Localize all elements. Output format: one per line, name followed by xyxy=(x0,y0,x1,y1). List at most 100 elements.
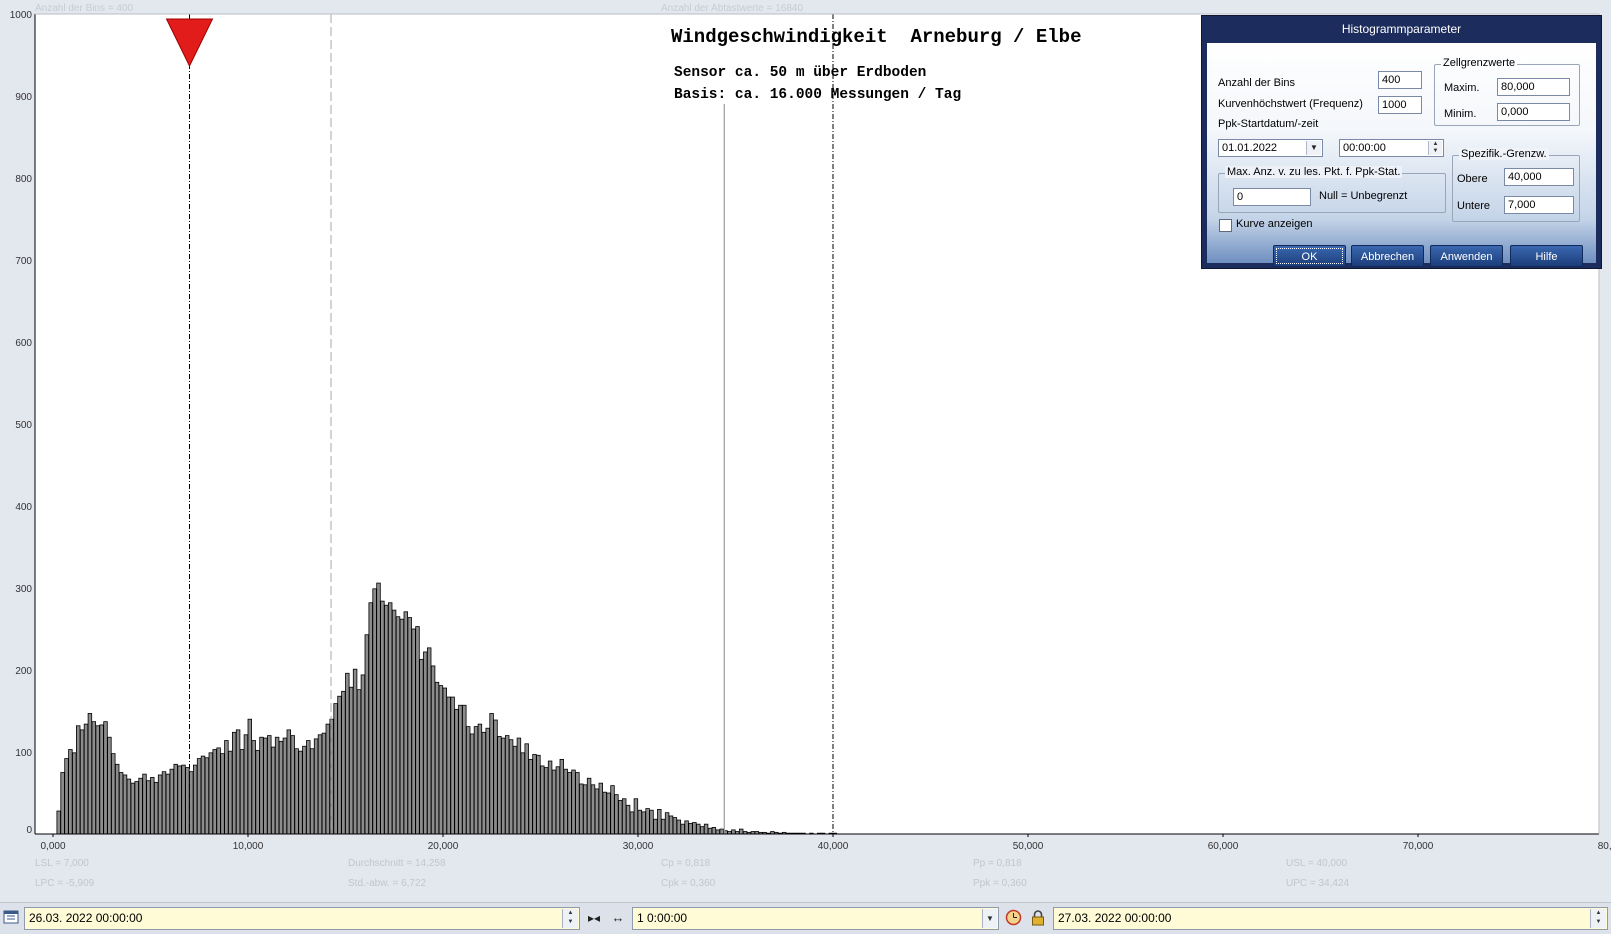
histogram-bar xyxy=(536,754,541,835)
histogram-bar xyxy=(625,804,631,835)
lower-label: Untere xyxy=(1457,200,1491,212)
histogram-bar xyxy=(559,758,564,835)
histogram-bar xyxy=(165,773,171,835)
stat-cpk: Cpk = 0,360 xyxy=(661,878,716,889)
histogram-bar xyxy=(384,604,389,835)
histogram-bar xyxy=(372,588,377,835)
histogram-bar xyxy=(348,686,354,835)
max-input[interactable]: 80,000 xyxy=(1497,78,1570,96)
bins-input[interactable]: 400 xyxy=(1378,71,1422,89)
histogram-bar xyxy=(255,749,260,835)
histogram-bar xyxy=(111,753,116,835)
spin-updown-icon[interactable]: ▲ ▼ xyxy=(1428,141,1442,155)
histogram-bar xyxy=(446,696,451,835)
ppk-time-input[interactable]: 00:00:00 ▲ ▼ xyxy=(1339,139,1444,157)
histogram-bar xyxy=(270,746,276,835)
max-count-input[interactable]: 0 xyxy=(1233,188,1311,206)
histogram-bar xyxy=(661,818,666,835)
curve-max-input[interactable]: 1000 xyxy=(1378,96,1422,114)
calendar-icon[interactable] xyxy=(2,909,20,929)
histogram-bar xyxy=(481,731,486,835)
min-input[interactable]: 0,000 xyxy=(1497,103,1570,121)
histogram-bar xyxy=(107,736,112,835)
histogram-bar xyxy=(583,784,588,835)
histogram-bar xyxy=(130,782,135,835)
y-tick-label: 800 xyxy=(15,174,32,185)
interval-value: 1 0:00:00 xyxy=(637,911,688,925)
histogram-bar xyxy=(419,658,424,835)
histogram-bar xyxy=(341,690,346,835)
histogram-bar xyxy=(438,685,444,835)
ppk-time-value: 00:00:00 xyxy=(1343,142,1386,154)
histogram-bar xyxy=(146,780,151,835)
histogram-bar xyxy=(532,754,537,835)
stat-ppk: Ppk = 0,360 xyxy=(973,878,1027,889)
histogram-bar xyxy=(161,771,167,835)
histogram-bar xyxy=(189,771,194,835)
clock-icon[interactable] xyxy=(1003,909,1023,931)
histogram-bar xyxy=(575,772,580,835)
cancel-button[interactable]: Abbrechen xyxy=(1351,245,1424,267)
histogram-bar xyxy=(664,812,670,835)
histogram-bar xyxy=(555,766,561,835)
histogram-bar xyxy=(473,726,479,835)
y-tick-label: 600 xyxy=(15,338,32,349)
chevron-down-icon[interactable]: ▼ xyxy=(1306,141,1321,155)
lock-icon-svg xyxy=(1032,910,1044,926)
histogram-bar xyxy=(524,743,529,835)
histogram-bar xyxy=(680,823,685,835)
ok-button[interactable]: OK xyxy=(1273,245,1346,267)
histogram-bar xyxy=(668,815,674,835)
cell-limits-group: Zellgrenzwerte Maxim. 80,000 Minim. 0,00… xyxy=(1434,57,1580,126)
histogram-bar xyxy=(56,810,61,835)
x-tick-label: 30,000 xyxy=(623,841,654,852)
histogram-bar xyxy=(715,829,720,835)
histogram-bar xyxy=(407,617,412,835)
histogram-bar xyxy=(251,740,256,835)
end-spin-icon[interactable]: ▲ ▼ xyxy=(1590,909,1606,928)
histogram-bar xyxy=(208,752,213,835)
end-datetime-input[interactable]: 27.03. 2022 00:00:00 ▲ ▼ xyxy=(1053,907,1608,930)
dialog-title[interactable]: Histogrammparameter xyxy=(1202,16,1601,42)
calendar-icon-svg xyxy=(3,910,19,924)
histogram-bar xyxy=(282,737,288,835)
histogram-bar xyxy=(731,829,736,835)
histogram-bar xyxy=(150,777,155,835)
histogram-bar xyxy=(294,748,299,835)
chevron-down-icon[interactable]: ▼ xyxy=(982,909,997,928)
help-button[interactable]: Hilfe xyxy=(1510,245,1583,267)
start-spin-icon[interactable]: ▲ ▼ xyxy=(562,909,578,928)
lock-icon[interactable] xyxy=(1028,909,1048,931)
histogram-bar xyxy=(610,785,615,835)
histogram-bar xyxy=(360,674,366,835)
apply-button[interactable]: Anwenden xyxy=(1430,245,1503,267)
max-count-title: Max. Anz. v. zu les. Pkt. f. Ppk-Stat. xyxy=(1225,166,1403,178)
histogram-bar xyxy=(469,733,475,835)
histogram-bar xyxy=(493,719,498,835)
histogram-bar xyxy=(450,696,455,835)
collapse-arrows-icon[interactable]: ▸◂ xyxy=(583,909,605,927)
histogram-bar xyxy=(68,749,73,835)
upper-input[interactable]: 40,000 xyxy=(1504,168,1574,186)
bins-count-info: Anzahl der Bins = 400 xyxy=(35,3,134,14)
histogram-bar xyxy=(134,781,139,835)
histogram-bar xyxy=(79,729,85,835)
histogram-bar xyxy=(598,782,603,835)
expand-arrows-icon[interactable]: ↔ xyxy=(607,909,629,927)
lower-input[interactable]: 7,000 xyxy=(1504,196,1574,214)
ppk-date-select[interactable]: 01.01.2022 ▼ xyxy=(1218,139,1323,157)
upper-label: Obere xyxy=(1457,173,1488,185)
show-curve-checkbox[interactable] xyxy=(1219,219,1232,232)
histogram-bar xyxy=(243,734,249,835)
histogram-bar xyxy=(563,768,568,835)
histogram-bar xyxy=(688,822,693,835)
histogram-bar xyxy=(606,792,611,835)
histogram-bar xyxy=(653,818,658,835)
chart-subtitle-sensor: Sensor ca. 50 m über Erdboden xyxy=(674,65,927,81)
histogram-bar xyxy=(185,767,190,835)
start-datetime-input[interactable]: 26.03. 2022 00:00:00 ▲ ▼ xyxy=(24,907,580,930)
stat-lsl: LSL = 7,000 xyxy=(35,858,89,869)
interval-select[interactable]: 1 0:00:00 ▼ xyxy=(632,907,999,930)
histogram-bar xyxy=(306,740,311,835)
histogram-bar xyxy=(76,725,81,835)
